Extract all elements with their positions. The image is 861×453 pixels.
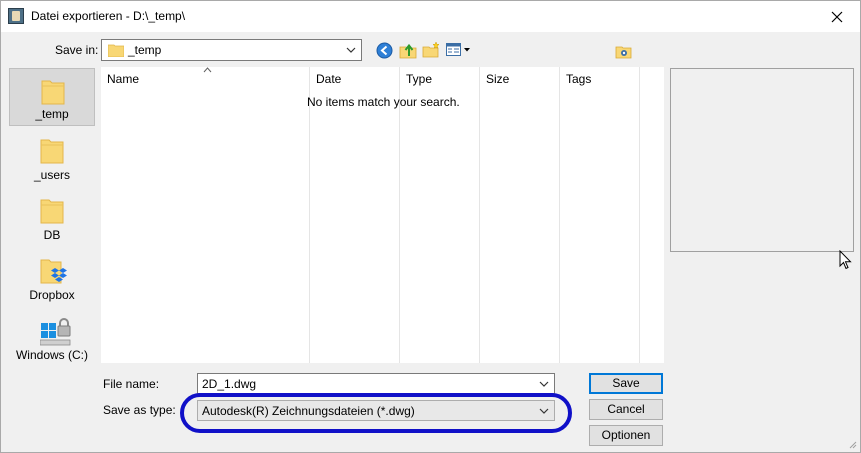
new-folder-icon[interactable]: [422, 41, 440, 59]
preview-pane: [670, 68, 854, 252]
dropbox-folder-icon: [40, 259, 67, 284]
place-db[interactable]: DB: [9, 188, 95, 246]
folder-icon: [40, 139, 64, 164]
title-bar: Datei exportieren - D:\_temp\: [1, 1, 860, 32]
extra-folder-icon[interactable]: [615, 43, 632, 59]
column-date[interactable]: Date: [310, 67, 400, 363]
place-dropbox[interactable]: Dropbox: [9, 248, 95, 306]
folder-icon: [41, 80, 65, 105]
column-name[interactable]: Name: [101, 67, 310, 363]
place-label: Windows (C:): [15, 348, 88, 362]
mouse-cursor-icon: [839, 250, 852, 270]
folder-icon: [40, 199, 64, 224]
place-label: Dropbox: [29, 288, 75, 302]
file-name-input[interactable]: 2D_1.dwg: [197, 373, 555, 394]
column-header-label: Date: [316, 72, 342, 86]
column-type[interactable]: Type: [400, 67, 480, 363]
file-list[interactable]: Name Date Type Size Tags No items match …: [101, 67, 664, 363]
folder-icon: [108, 44, 124, 57]
chevron-down-icon: [346, 47, 356, 53]
close-icon: [831, 11, 843, 22]
places-bar: _temp _users DB Dropbox Windows (C:): [7, 67, 97, 365]
save-as-type-label: Save as type:: [103, 403, 176, 417]
window-title: Datei exportieren - D:\_temp\: [31, 9, 186, 23]
file-name-label: File name:: [103, 377, 160, 391]
back-icon[interactable]: [376, 42, 393, 59]
cancel-button[interactable]: Cancel: [589, 399, 663, 420]
column-header-label: Name: [107, 72, 140, 86]
column-header-label: Size: [486, 72, 510, 86]
place-label: DB: [43, 228, 61, 242]
file-name-value: 2D_1.dwg: [202, 377, 257, 391]
place-temp[interactable]: _temp: [9, 68, 95, 126]
annotation-highlight-ring: [180, 393, 572, 433]
resize-grip-icon[interactable]: [847, 439, 857, 449]
column-size[interactable]: Size: [480, 67, 560, 363]
place-label: _temp: [35, 107, 69, 121]
up-folder-icon[interactable]: [399, 41, 417, 59]
place-label: _users: [33, 168, 71, 182]
app-icon: [8, 8, 24, 24]
sort-ascending-icon: [203, 67, 212, 73]
place-windows-c[interactable]: Windows (C:): [9, 308, 95, 366]
save-in-combo[interactable]: _temp: [101, 39, 362, 61]
options-button[interactable]: Optionen: [589, 425, 663, 446]
column-header-label: Type: [406, 72, 433, 86]
save-button[interactable]: Save: [589, 373, 663, 394]
column-header-label: Tags: [566, 72, 592, 86]
view-menu-icon[interactable]: [446, 42, 472, 58]
windows-drive-icon: [40, 318, 71, 346]
save-in-label: Save in:: [55, 43, 99, 57]
export-dialog: Datei exportieren - D:\_temp\ Save in: _…: [0, 0, 861, 453]
save-in-value: _temp: [128, 43, 162, 57]
column-tags[interactable]: Tags: [560, 67, 640, 363]
place-users[interactable]: _users: [9, 128, 95, 186]
close-button[interactable]: [814, 1, 860, 32]
empty-message: No items match your search.: [307, 95, 460, 109]
chevron-down-icon[interactable]: [538, 378, 550, 390]
